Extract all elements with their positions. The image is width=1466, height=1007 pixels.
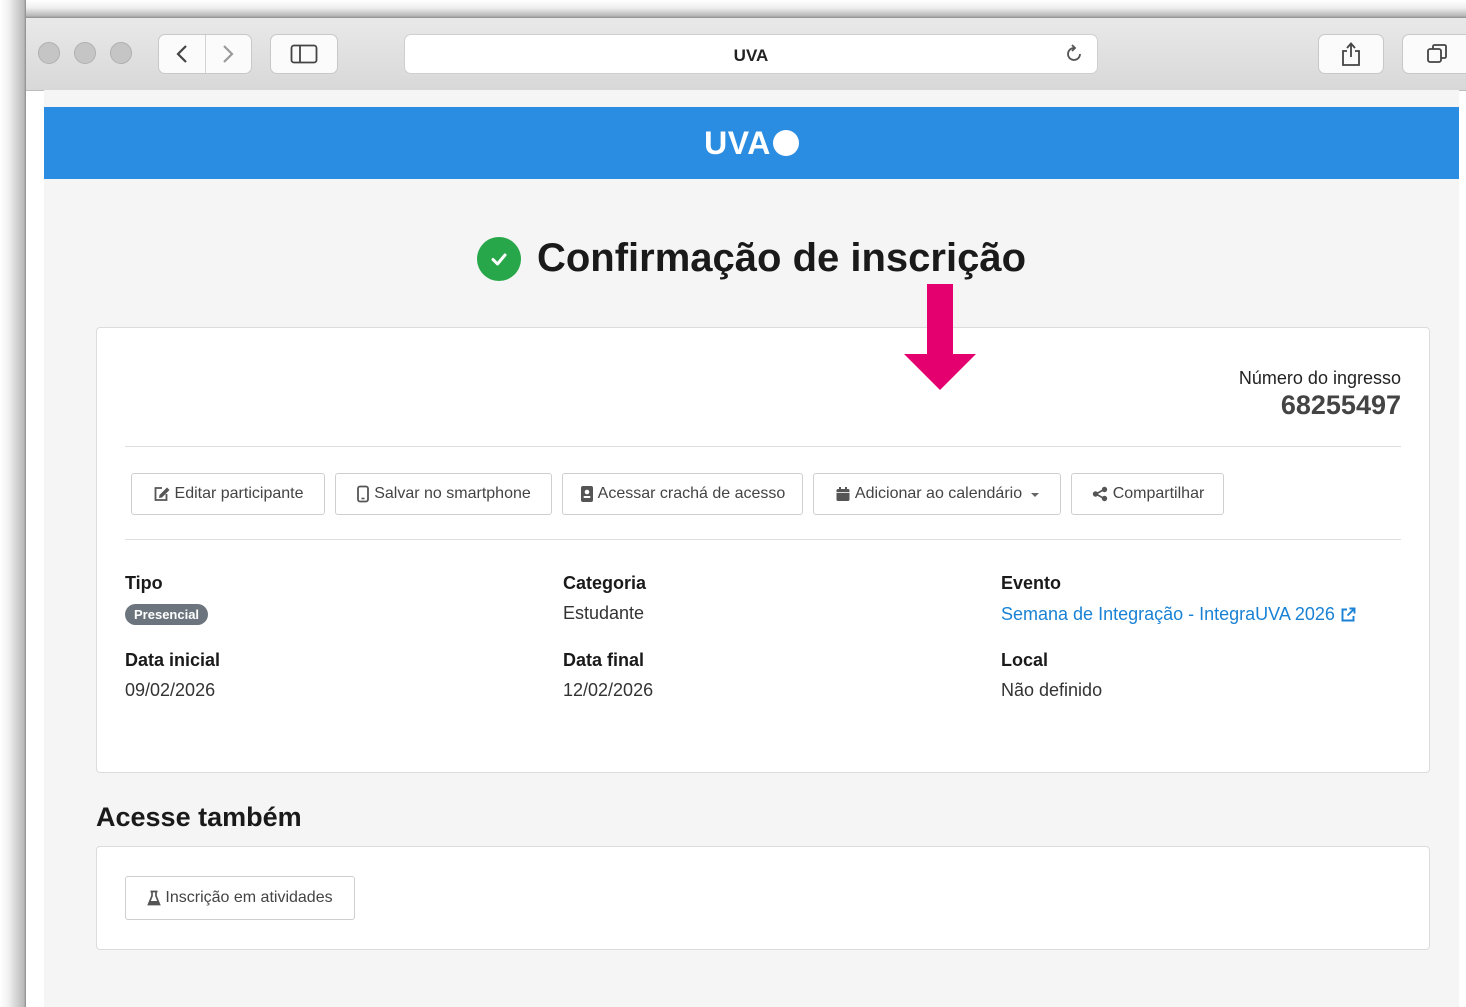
- forward-button[interactable]: [204, 35, 252, 73]
- annotation-down-arrow-icon: [904, 284, 976, 390]
- page-title: Confirmação de inscrição: [536, 236, 1027, 280]
- share-nodes-icon: [1092, 486, 1107, 502]
- id-badge-icon: [580, 486, 593, 502]
- chevron-left-icon: [176, 45, 187, 63]
- site-logo[interactable]: UVA: [704, 125, 799, 162]
- zoom-window-button[interactable]: [110, 42, 132, 64]
- address-bar[interactable]: UVA: [404, 34, 1098, 74]
- calendar-icon: [836, 487, 850, 501]
- event-link[interactable]: Semana de Integração - IntegraUVA 2026: [1001, 604, 1356, 625]
- add-to-calendar-label: Adicionar ao calendário: [854, 485, 1023, 502]
- data-inicial-label: Data inicial: [125, 650, 221, 670]
- browser-toolbar: UVA: [26, 18, 1466, 91]
- tabs-overview-button[interactable]: [1402, 34, 1466, 74]
- activities-registration-label: Inscrição em atividades: [165, 889, 333, 906]
- logo-dot: [772, 130, 799, 156]
- access-badge-button[interactable]: Acessar crachá de acesso: [562, 473, 803, 515]
- flask-icon: [147, 890, 162, 906]
- evento-label: Evento: [1001, 573, 1062, 593]
- window-shadow-top: [0, 0, 1466, 18]
- data-inicial-value: 09/02/2026: [125, 680, 216, 700]
- data-final-label: Data final: [563, 650, 645, 670]
- add-to-calendar-button[interactable]: Adicionar ao calendário: [813, 473, 1061, 515]
- categoria-label: Categoria: [563, 573, 647, 593]
- ticket-number: 68255497: [1280, 390, 1401, 420]
- reload-icon[interactable]: [1063, 43, 1085, 65]
- check-circle-icon: [476, 236, 521, 281]
- back-button[interactable]: [159, 35, 205, 73]
- site-header: UVA: [44, 107, 1459, 179]
- section-title-also: Acesse também: [96, 802, 302, 832]
- minimize-window-button[interactable]: [74, 42, 96, 64]
- divider: [125, 539, 1401, 540]
- categoria-value: Estudante: [563, 603, 645, 623]
- share-icon: [1342, 42, 1360, 66]
- sidebar-icon: [290, 44, 318, 64]
- sidebar-toggle-button[interactable]: [270, 34, 338, 74]
- activities-registration-button[interactable]: Inscrição em atividades: [125, 876, 355, 920]
- save-smartphone-button[interactable]: Salvar no smartphone: [335, 473, 552, 515]
- local-label: Local: [1001, 650, 1049, 670]
- registration-card: Número do ingresso 68255497 Editar parti…: [96, 327, 1430, 773]
- ticket-number-label: Número do ingresso: [1238, 368, 1401, 388]
- window-shadow-left: [0, 0, 26, 1007]
- also-access-card: Inscrição em atividades: [96, 846, 1430, 950]
- edit-participant-button[interactable]: Editar participante: [131, 473, 325, 515]
- browser-window: UVA UVA Confirmação de inscrição Número …: [26, 18, 1466, 1007]
- event-link-text: Semana de Integração - IntegraUVA 2026: [1001, 604, 1335, 624]
- navigation-buttons: [158, 34, 252, 74]
- data-final-value: 12/02/2026: [563, 680, 654, 700]
- page-title-row: Confirmação de inscrição: [44, 236, 1459, 281]
- external-link-icon: [1341, 607, 1356, 621]
- chevron-down-icon: [1031, 493, 1040, 497]
- tipo-label: Tipo: [125, 573, 163, 593]
- tipo-badge: Presencial: [125, 604, 209, 625]
- divider: [125, 446, 1401, 447]
- address-text: UVA: [733, 46, 769, 65]
- page-content: UVA Confirmação de inscrição Número do i…: [44, 90, 1459, 1007]
- edit-participant-label: Editar participante: [174, 485, 304, 502]
- share-browser-button[interactable]: [1318, 34, 1384, 74]
- save-smartphone-label: Salvar no smartphone: [374, 485, 531, 502]
- access-badge-label: Acessar crachá de acesso: [597, 485, 786, 502]
- local-value: Não definido: [1001, 680, 1103, 700]
- close-window-button[interactable]: [38, 42, 60, 64]
- edit-icon: [154, 487, 170, 501]
- share-label: Compartilhar: [1112, 485, 1205, 502]
- logo-text: UVA: [704, 124, 771, 161]
- smartphone-icon: [357, 485, 370, 503]
- chevron-right-icon: [223, 45, 234, 63]
- tabs-icon: [1427, 44, 1447, 63]
- share-button[interactable]: Compartilhar: [1071, 473, 1224, 515]
